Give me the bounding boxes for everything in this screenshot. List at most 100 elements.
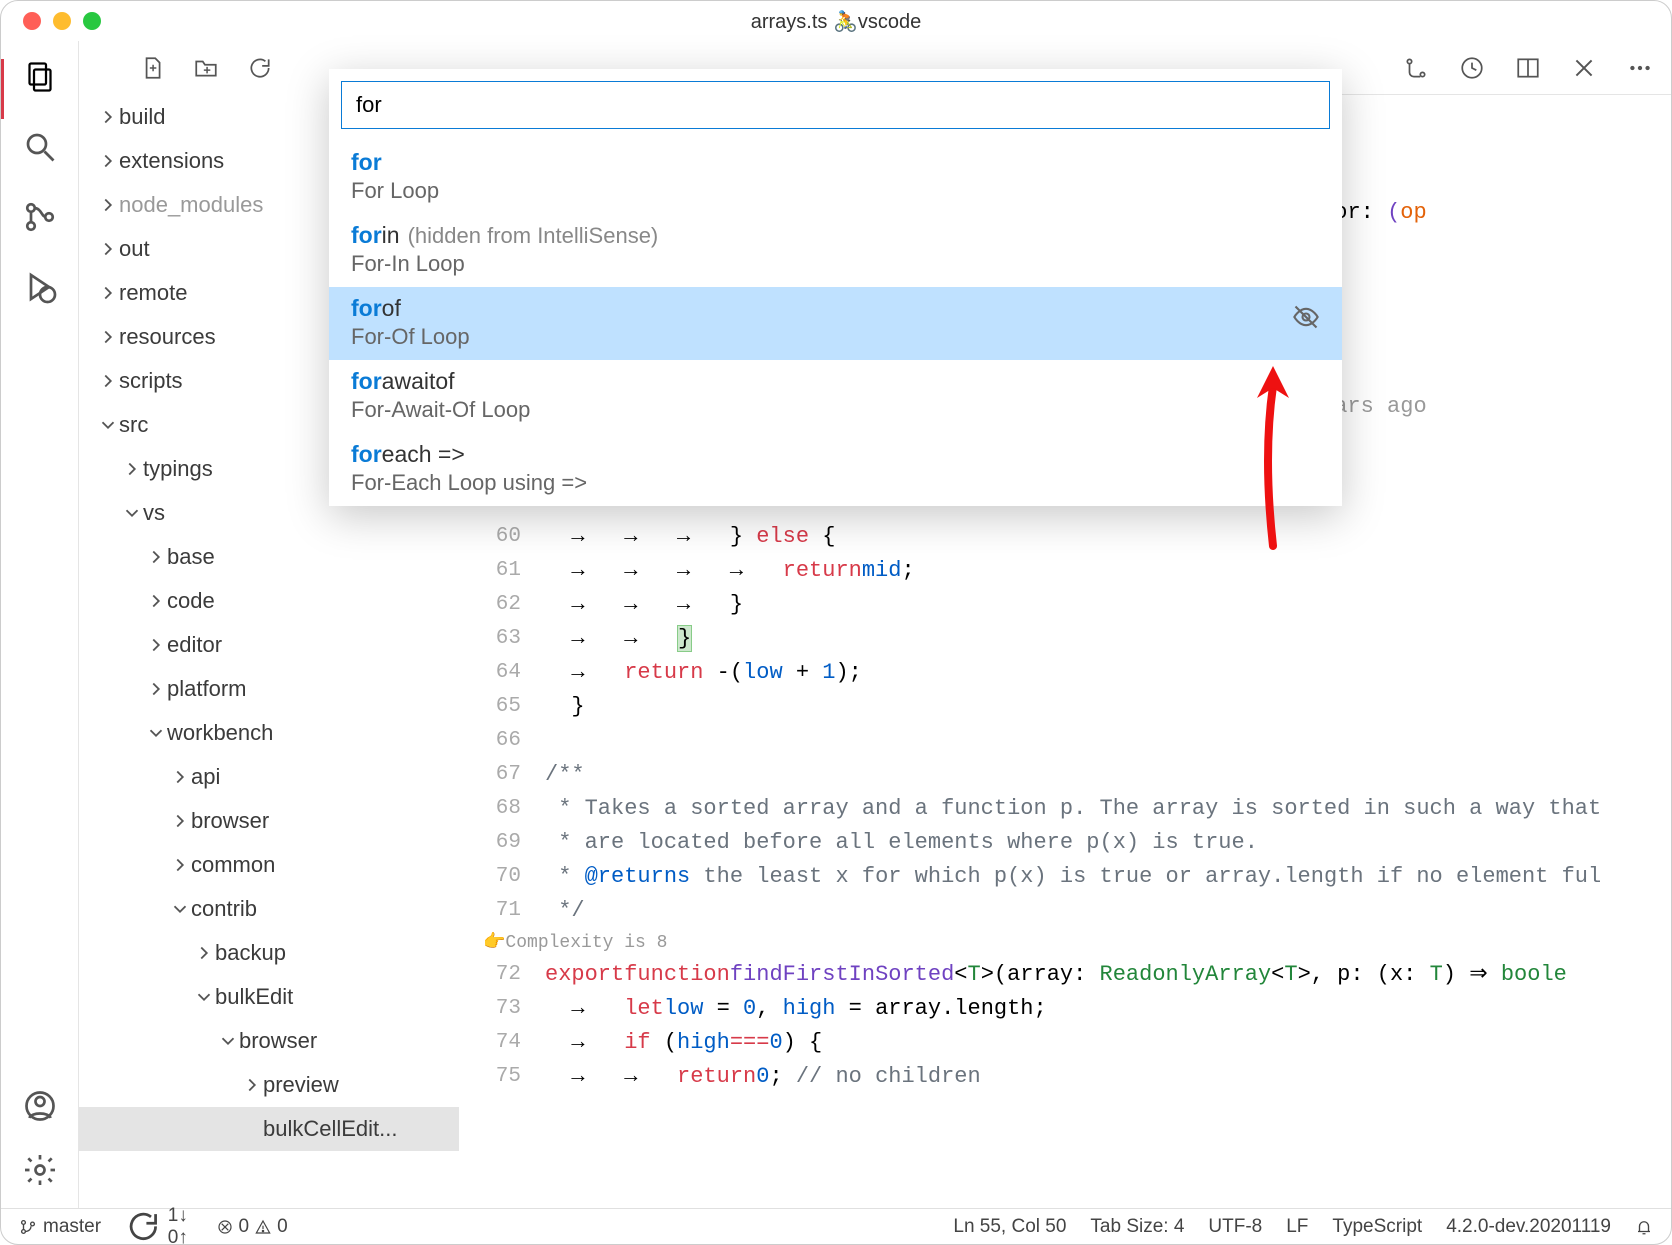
snippet-item-for[interactable]: forFor Loop (329, 141, 1342, 214)
chevron-right-icon (97, 370, 119, 392)
tree-item-label: editor (167, 632, 222, 658)
activity-active-indicator (1, 59, 4, 119)
chevron-down-icon (97, 414, 119, 436)
status-problems[interactable]: 0 0 (217, 1216, 288, 1238)
chevron-right-icon (97, 194, 119, 216)
tree-item-label: vs (143, 500, 165, 526)
tree-item-browser[interactable]: browser (79, 799, 459, 843)
new-file-icon[interactable] (139, 55, 165, 81)
tree-item-label: build (119, 104, 165, 130)
tree-item-preview[interactable]: preview (79, 1063, 459, 1107)
status-bar: master 1↓ 0↑ 0 0 Ln 55, Col 50 Tab Size:… (1, 1208, 1671, 1244)
window-title: arrays.ts 🚴vscode (751, 9, 922, 34)
status-sync[interactable]: 1↓ 0↑ (125, 1205, 192, 1245)
account-icon[interactable] (22, 1088, 58, 1124)
source-control-icon[interactable] (22, 199, 58, 235)
tree-item-label: extensions (119, 148, 224, 174)
tree-item-label: node_modules (119, 192, 263, 218)
maximize-window-button[interactable] (83, 12, 101, 30)
tree-item-common[interactable]: common (79, 843, 459, 887)
tree-item-label: browser (191, 808, 269, 834)
codelens[interactable]: 👉Complexity is 8 (459, 927, 1671, 957)
tree-item-label: remote (119, 280, 187, 306)
chevron-right-icon (145, 546, 167, 568)
status-encoding[interactable]: UTF-8 (1208, 1216, 1262, 1238)
status-eol[interactable]: LF (1286, 1216, 1308, 1238)
debug-icon[interactable] (22, 269, 58, 305)
minimize-window-button[interactable] (53, 12, 71, 30)
tree-item-label: bulkEdit (215, 984, 293, 1010)
tree-item-code[interactable]: code (79, 579, 459, 623)
eye-off-icon[interactable] (1292, 303, 1320, 336)
chevron-down-icon (217, 1030, 239, 1052)
tree-item-platform[interactable]: platform (79, 667, 459, 711)
tree-item-label: common (191, 852, 275, 878)
chevron-down-icon (193, 986, 215, 1008)
chevron-right-icon (241, 1074, 263, 1096)
tree-item-browser[interactable]: browser (79, 1019, 459, 1063)
chevron-right-icon (97, 238, 119, 260)
tree-item-base[interactable]: base (79, 535, 459, 579)
snippet-item-forof[interactable]: forofFor-Of Loop (329, 287, 1342, 360)
titlebar: arrays.ts 🚴vscode (1, 1, 1671, 41)
more-icon[interactable] (1627, 55, 1653, 81)
refresh-icon[interactable] (247, 55, 273, 81)
close-window-button[interactable] (23, 12, 41, 30)
chevron-down-icon (169, 898, 191, 920)
tree-item-label: backup (215, 940, 286, 966)
tree-item-label: base (167, 544, 215, 570)
chevron-right-icon (169, 810, 191, 832)
chevron-right-icon (97, 326, 119, 348)
timeline-icon[interactable] (1459, 55, 1485, 81)
tree-item-label: code (167, 588, 215, 614)
explorer-icon[interactable] (22, 59, 58, 95)
chevron-down-icon (121, 502, 143, 524)
chevron-right-icon (145, 634, 167, 656)
status-ts-version[interactable]: 4.2.0-dev.20201119 (1446, 1216, 1611, 1238)
new-folder-icon[interactable] (193, 55, 219, 81)
status-branch[interactable]: master (19, 1216, 101, 1238)
snippet-item-foreach[interactable]: foreach =>For-Each Loop using => (329, 433, 1342, 506)
chevron-right-icon (145, 678, 167, 700)
compare-icon[interactable] (1403, 55, 1429, 81)
tree-item-label: out (119, 236, 150, 262)
snippet-picker: forFor Loopforin(hidden from IntelliSens… (329, 69, 1342, 506)
chevron-right-icon (97, 150, 119, 172)
tree-item-bulkedit[interactable]: bulkEdit (79, 975, 459, 1019)
status-tabsize[interactable]: Tab Size: 4 (1090, 1216, 1184, 1238)
traffic-lights (1, 12, 101, 30)
notification-icon[interactable] (1635, 1218, 1653, 1236)
status-lang[interactable]: TypeScript (1332, 1216, 1422, 1238)
tree-item-label: bulkCellEdit... (263, 1116, 398, 1142)
tree-item-contrib[interactable]: contrib (79, 887, 459, 931)
search-icon[interactable] (22, 129, 58, 165)
chevron-right-icon (121, 458, 143, 480)
snippet-search-input[interactable] (341, 81, 1330, 129)
tree-item-label: workbench (167, 720, 273, 746)
split-editor-icon[interactable] (1515, 55, 1541, 81)
tree-item-label: contrib (191, 896, 257, 922)
chevron-right-icon (169, 766, 191, 788)
tree-item-label: resources (119, 324, 216, 350)
tree-item-label: src (119, 412, 148, 438)
snippet-item-forawaitof[interactable]: forawaitofFor-Await-Of Loop (329, 360, 1342, 433)
chevron-right-icon (145, 590, 167, 612)
chevron-right-icon (169, 854, 191, 876)
tree-item-editor[interactable]: editor (79, 623, 459, 667)
close-icon[interactable] (1571, 55, 1597, 81)
tree-item-bulkcelledit[interactable]: bulkCellEdit... (79, 1107, 459, 1151)
chevron-right-icon (193, 942, 215, 964)
activity-bar (1, 41, 79, 1208)
tree-item-workbench[interactable]: workbench (79, 711, 459, 755)
status-cursor[interactable]: Ln 55, Col 50 (953, 1216, 1066, 1238)
tree-item-label: platform (167, 676, 246, 702)
tree-item-label: preview (263, 1072, 339, 1098)
tree-item-label: browser (239, 1028, 317, 1054)
tree-item-api[interactable]: api (79, 755, 459, 799)
tree-item-label: scripts (119, 368, 183, 394)
chevron-right-icon (97, 106, 119, 128)
tree-item-label: api (191, 764, 220, 790)
tree-item-backup[interactable]: backup (79, 931, 459, 975)
snippet-item-forin[interactable]: forin(hidden from IntelliSense)For-In Lo… (329, 214, 1342, 287)
gear-icon[interactable] (22, 1152, 58, 1188)
